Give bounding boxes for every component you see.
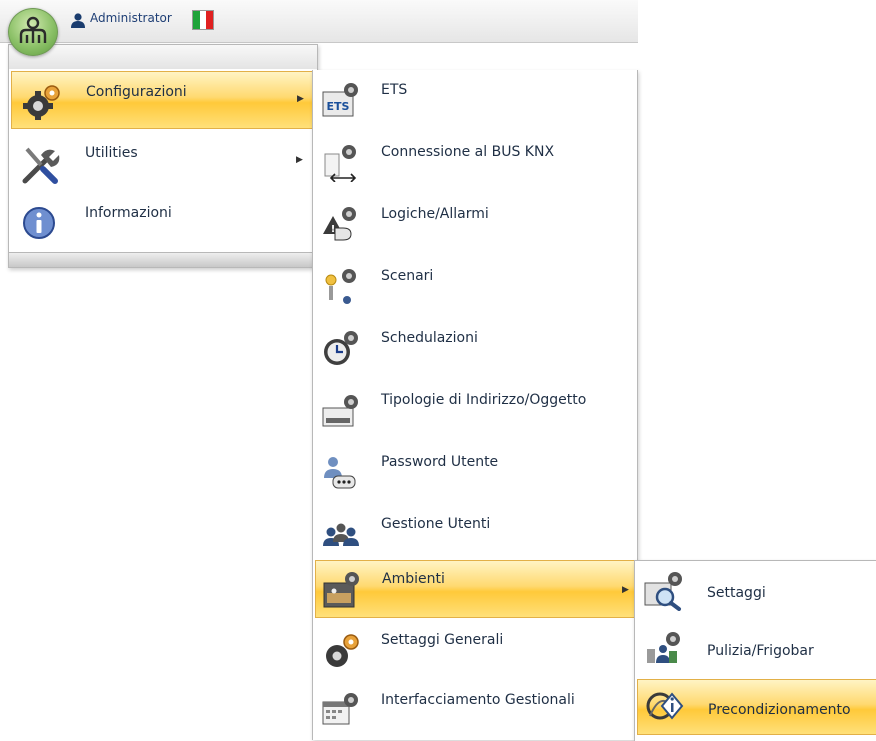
submenu-item-label: Ambienti: [382, 571, 445, 587]
submenu-item-label: Settaggi Generali: [381, 632, 504, 648]
submenu-item-interfacciamento[interactable]: Interfacciamento Gestionali: [315, 682, 635, 740]
cleaning-icon: [643, 627, 685, 669]
menu-item-label: Configurazioni: [86, 84, 187, 100]
submenu-item-label: Pulizia/Frigobar: [707, 643, 814, 659]
submenu-item-label: Tipologie di Indirizzo/Oggetto: [381, 392, 587, 408]
submenu-item-label: Gestione Utenti: [381, 516, 491, 532]
tools-icon: [21, 145, 60, 184]
gears-icon: [22, 84, 60, 120]
submenu-item-connessione-bus[interactable]: Connessione al BUS KNX: [315, 134, 635, 192]
submenu-item-label: Interfacciamento Gestionali: [381, 692, 575, 708]
app-orb-icon: [19, 16, 47, 43]
submenu-item-label: ETS: [381, 82, 408, 98]
submenu-item-label: Scenari: [381, 268, 434, 284]
general-settings-icon: [321, 628, 361, 670]
menu-item-label: Informazioni: [85, 205, 172, 221]
address-type-icon: [321, 388, 361, 430]
submenu-item-settaggi-generali[interactable]: Settaggi Generali: [315, 622, 635, 680]
submenu-arrow-icon: ▶: [297, 94, 304, 104]
calendar-interface-icon: [321, 688, 361, 730]
submenu-item-label: Schedulazioni: [381, 330, 478, 346]
submenu-item-ets[interactable]: ETS ETS: [315, 72, 635, 130]
ets-icon: ETS: [321, 78, 361, 120]
info-icon: [21, 205, 57, 241]
settings-magnifier-icon: [643, 569, 685, 611]
submenu-item-tipologie[interactable]: Tipologie di Indirizzo/Oggetto: [315, 382, 635, 440]
submenu-item-label: Connessione al BUS KNX: [381, 144, 555, 160]
preconditioning-icon: [644, 686, 686, 728]
configurazioni-submenu: ETS ETS Connessione al BUS KNX ! Logiche…: [312, 70, 638, 740]
user-icon: [70, 12, 86, 28]
app-orb-button[interactable]: [8, 8, 58, 56]
menu-item-utilities[interactable]: Utilities ▶: [11, 133, 315, 191]
submenu-arrow-icon: ▶: [622, 585, 629, 595]
user-password-icon: [321, 450, 361, 492]
submenu-item-logiche-allarmi[interactable]: ! Logiche/Allarmi: [315, 196, 635, 254]
submenu-item-label: Logiche/Allarmi: [381, 206, 489, 222]
submenu-item-precondizionamento[interactable]: Precondizionamento: [637, 679, 876, 735]
submenu-arrow-icon: ▶: [296, 155, 303, 165]
submenu-item-label: Precondizionamento: [708, 702, 851, 718]
submenu-item-label: Password Utente: [381, 454, 499, 470]
italian-flag-icon: [192, 10, 214, 30]
submenu-item-label: Settaggi: [707, 585, 766, 601]
menu-item-informazioni[interactable]: Informazioni: [11, 193, 315, 251]
clock-icon: [321, 326, 361, 368]
submenu-item-gestione-utenti[interactable]: Gestione Utenti: [315, 506, 635, 564]
submenu-item-password-utente[interactable]: Password Utente: [315, 444, 635, 502]
submenu-item-scenari[interactable]: Scenari: [315, 258, 635, 316]
users-icon: [321, 512, 361, 554]
menu-item-configurazioni[interactable]: Configurazioni ▶: [11, 71, 315, 129]
svg-text:ETS: ETS: [327, 100, 350, 113]
submenu-item-schedulazioni[interactable]: Schedulazioni: [315, 320, 635, 378]
submenu-item-settaggi[interactable]: Settaggi: [637, 563, 876, 619]
ambienti-submenu: Settaggi Pulizia/Frigobar Precondizionam: [634, 560, 876, 741]
submenu-item-pulizia-frigobar[interactable]: Pulizia/Frigobar: [637, 621, 876, 677]
rooms-icon: [322, 567, 362, 609]
logic-alarm-icon: !: [321, 202, 361, 244]
bus-connection-icon: [321, 140, 361, 182]
main-menu-footer: [9, 252, 317, 267]
scenes-icon: [321, 264, 361, 306]
user-name[interactable]: Administrator: [90, 11, 172, 25]
submenu-item-ambienti[interactable]: Ambienti ▶: [315, 560, 635, 618]
menu-item-label: Utilities: [85, 145, 138, 161]
main-menu: Configurazioni ▶ Utilities ▶ Informazion…: [8, 44, 318, 268]
